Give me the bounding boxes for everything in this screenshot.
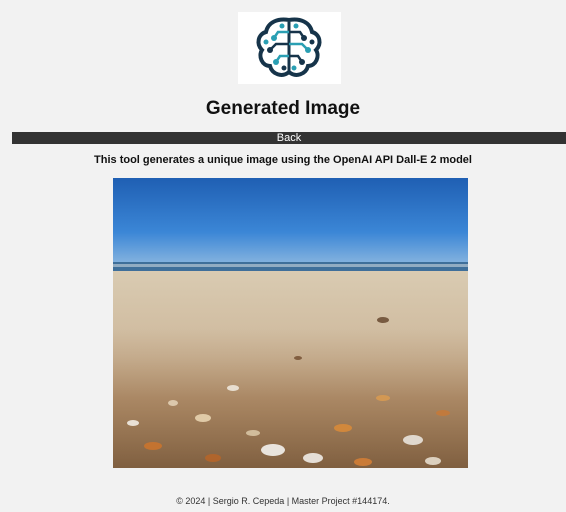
logo xyxy=(238,12,341,84)
footer-copyright: © 2024 | Sergio R. Cepeda | Master Proje… xyxy=(176,496,390,506)
page: Generated Image Back This tool generates… xyxy=(0,0,566,512)
brain-circuit-icon xyxy=(256,17,322,77)
tool-description: This tool generates a unique image using… xyxy=(94,154,472,166)
back-button-label: Back xyxy=(276,132,302,144)
back-button[interactable]: Back xyxy=(12,132,566,144)
page-title: Generated Image xyxy=(205,98,361,119)
generated-image xyxy=(113,178,468,468)
beach-with-shells-image xyxy=(113,178,468,468)
